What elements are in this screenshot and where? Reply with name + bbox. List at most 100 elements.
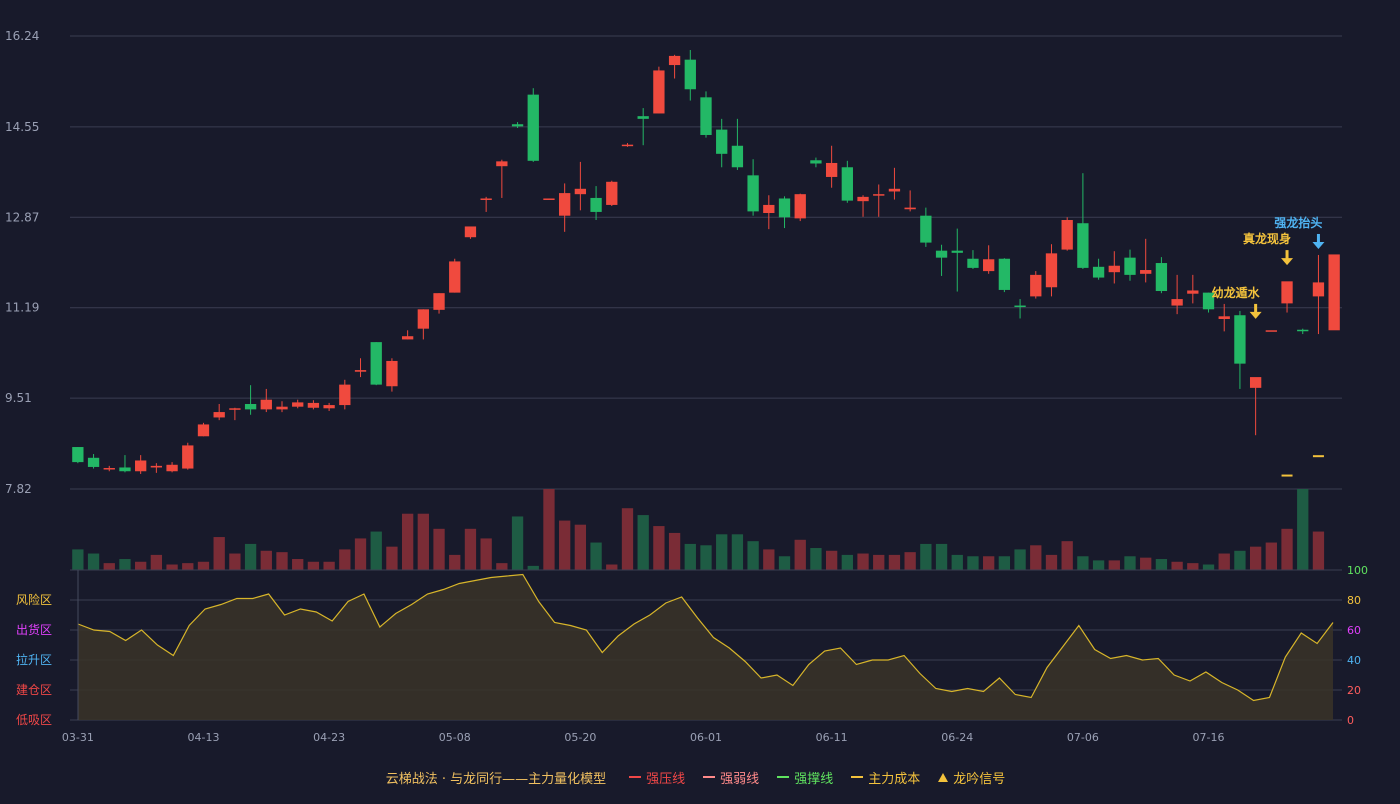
price-tick-label: 14.55 xyxy=(5,120,39,134)
volume-bar xyxy=(1061,541,1073,570)
candle-body xyxy=(229,408,241,410)
volume-bar xyxy=(339,549,351,570)
volume-bar xyxy=(747,541,759,570)
volume-bar xyxy=(951,554,963,570)
candle-body xyxy=(1108,265,1120,273)
candle-body xyxy=(951,250,963,253)
candle-body xyxy=(1092,266,1105,278)
volume-bar xyxy=(103,563,115,570)
candle-body xyxy=(72,447,84,463)
volume-bar xyxy=(873,554,885,570)
volume-bar xyxy=(480,538,492,570)
date-tick-label: 04-13 xyxy=(187,731,219,744)
volume-bar xyxy=(904,552,916,570)
date-tick-label: 04-23 xyxy=(313,731,345,744)
volume-bar xyxy=(1124,556,1136,570)
osc-tick-label: 20 xyxy=(1347,684,1361,697)
price-tick-label: 12.87 xyxy=(5,210,39,224)
volume-bar xyxy=(354,538,367,570)
candle-body xyxy=(731,145,744,168)
date-tick-label: 03-31 xyxy=(62,731,94,744)
date-tick-label: 06-01 xyxy=(690,731,722,744)
volume-bar xyxy=(998,556,1011,570)
candle-body xyxy=(1249,377,1262,388)
signal-label: 幼龙遁水 xyxy=(1212,285,1261,300)
legend-label: 主力成本 xyxy=(868,771,921,787)
candle-body xyxy=(1234,315,1246,364)
volume-bar xyxy=(637,515,649,570)
legend-item-dragon-signal[interactable]: 龙吟信号 xyxy=(938,768,1005,787)
volume-bar xyxy=(590,542,602,570)
candle-body xyxy=(401,336,414,340)
date-tick-label: 07-16 xyxy=(1193,731,1225,744)
candle-body xyxy=(527,94,539,161)
volume-bar xyxy=(307,561,320,570)
legend-item-strong-support[interactable]: 强撑线 xyxy=(777,768,833,787)
candle-body xyxy=(1045,253,1058,288)
candle-body xyxy=(920,215,932,243)
candle-body xyxy=(150,465,163,468)
zone-label: 拉升区 xyxy=(16,652,52,667)
legend-item-strong-weak[interactable]: 强弱线 xyxy=(703,768,759,787)
candle-body xyxy=(857,196,869,202)
signal-label: 真龙现身 xyxy=(1243,231,1291,246)
legend-swatch-dash xyxy=(851,776,864,778)
candle-body xyxy=(354,370,367,372)
zone-label: 低吸区 xyxy=(16,713,52,727)
candle-body xyxy=(386,360,398,387)
volume-bar xyxy=(1155,559,1168,570)
volume-bar xyxy=(1202,564,1215,570)
volume-bar xyxy=(386,546,398,570)
candle-body xyxy=(307,402,320,408)
signal-arrow-icon xyxy=(1312,241,1325,249)
volume-bar xyxy=(370,531,382,570)
candle-body xyxy=(778,198,791,218)
candle-body xyxy=(794,194,806,219)
volume-bar xyxy=(684,543,696,570)
legend-swatch-solid xyxy=(629,776,642,778)
candle-body xyxy=(433,293,445,310)
candle-body xyxy=(1171,299,1183,306)
candle-body xyxy=(637,116,649,119)
volume-bar xyxy=(1234,550,1246,570)
oscillator-area xyxy=(78,574,1333,720)
volume-bar xyxy=(1108,560,1120,570)
candle-body xyxy=(1218,316,1230,319)
candle-body xyxy=(1328,254,1340,331)
volume-bar xyxy=(810,548,822,570)
volume-bar xyxy=(1092,560,1105,570)
volume-bar xyxy=(1281,528,1293,570)
legend-swatch-dash xyxy=(703,776,716,778)
volume-bar xyxy=(857,553,869,570)
chart-root: 16.24 14.55 12.87 11.19 9.51 7.82 幼龙遁水 真龙现身 强龙抬头… xyxy=(0,0,1400,800)
candle-body xyxy=(574,188,587,195)
candle-body xyxy=(480,198,492,200)
candle-body xyxy=(1124,257,1136,275)
candle-body xyxy=(166,464,178,472)
price-tick-label: 11.19 xyxy=(5,301,39,315)
volume-bar xyxy=(731,534,744,570)
candle-body xyxy=(449,261,461,293)
volume-bar xyxy=(1187,563,1199,570)
volume-bar xyxy=(150,554,163,570)
volume-bar xyxy=(920,543,932,570)
legend-swatch-solid xyxy=(777,776,790,778)
volume-bar xyxy=(1077,556,1089,570)
volume-bar xyxy=(323,561,335,570)
price-tick-label: 7.82 xyxy=(5,482,32,496)
candle-body xyxy=(543,198,555,200)
volume-bar xyxy=(668,532,681,570)
candle-body xyxy=(103,468,115,470)
stock-chart: 16.24 14.55 12.87 11.19 9.51 7.82 幼龙遁水 真龙现身强龙抬头… xyxy=(5,29,1368,744)
volume-bar xyxy=(794,539,806,570)
triangle-icon xyxy=(938,772,949,782)
legend-item-strong-pressure[interactable]: 强压线 xyxy=(629,768,685,787)
legend-item-main-cost[interactable]: 主力成本 xyxy=(851,768,920,787)
candle-body xyxy=(182,445,194,469)
candle-body xyxy=(935,250,948,258)
candle-body xyxy=(511,124,524,127)
legend: 云梯战法 · 与龙同行——主力量化模型 强压线 强弱线 强撑线 主力成本 龙吟信… xyxy=(0,766,1400,788)
candle-body xyxy=(763,204,775,214)
candle-body xyxy=(1140,270,1152,274)
candle-body xyxy=(1030,274,1042,297)
